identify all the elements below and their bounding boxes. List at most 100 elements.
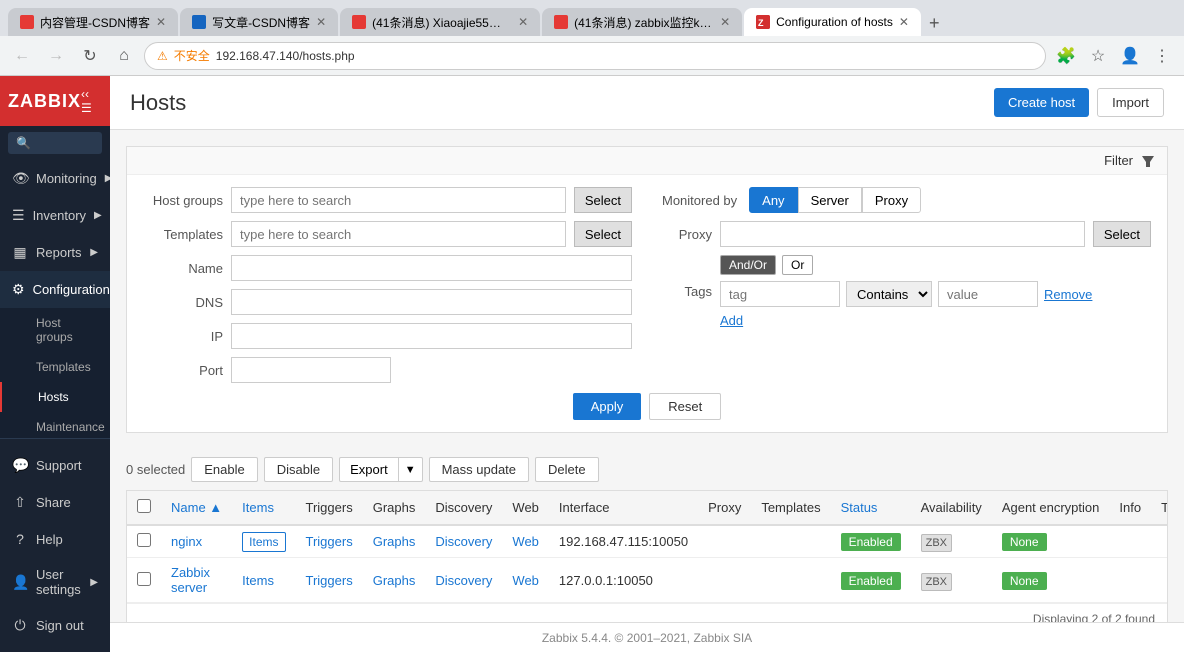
export-button[interactable]: Export <box>339 457 399 482</box>
monitored-by-toggle-group: Any Server Proxy <box>749 187 921 213</box>
sidebar-item-share[interactable]: ⇧ Share <box>0 484 110 521</box>
menu-button[interactable]: ⋮ <box>1148 42 1176 70</box>
sidebar-item-user-settings[interactable]: 👤 User settings ▶ <box>0 557 110 607</box>
host-groups-select-button[interactable]: Select <box>574 187 632 213</box>
ip-label: IP <box>143 329 223 344</box>
row-2-discovery-link[interactable]: Discovery <box>435 573 492 588</box>
ip-input[interactable] <box>231 323 632 349</box>
tab-close-5[interactable]: ✕ <box>899 15 909 29</box>
filter-body: Host groups Select Templates Select <box>127 175 1167 432</box>
tag-or-button[interactable]: Or <box>782 255 813 275</box>
sidebar-search-input[interactable] <box>8 132 102 154</box>
host-groups-label: Host groups <box>143 193 223 208</box>
browser-tab-3[interactable]: (41条消息) Xiaoajie55的博客_CS... ✕ <box>340 8 540 36</box>
extensions-button[interactable]: 🧩 <box>1052 42 1080 70</box>
row-2-items-link[interactable]: Items <box>242 573 274 588</box>
tag-remove-button[interactable]: Remove <box>1044 287 1092 302</box>
proxy-input[interactable] <box>720 221 1085 247</box>
tag-value-input[interactable] <box>938 281 1038 307</box>
tag-name-input[interactable] <box>720 281 840 307</box>
row-1-items-link[interactable]: Items <box>242 532 285 552</box>
row-2-graphs-link[interactable]: Graphs <box>373 573 416 588</box>
row-2-triggers-link[interactable]: Triggers <box>306 573 353 588</box>
row-1-name-link[interactable]: nginx <box>171 534 202 549</box>
name-input[interactable] <box>231 255 632 281</box>
sidebar-item-sign-out[interactable]: ⏻ Sign out <box>0 607 110 644</box>
delete-button[interactable]: Delete <box>535 457 599 482</box>
row-1-triggers: Triggers <box>296 525 363 558</box>
sidebar-item-templates[interactable]: Templates <box>0 352 110 382</box>
templates-select-button[interactable]: Select <box>574 221 632 247</box>
account-button[interactable]: 👤 <box>1116 42 1144 70</box>
row-2-web-link[interactable]: Web <box>512 573 539 588</box>
tab-label-1: 内容管理-CSDN博客 <box>40 14 150 31</box>
monitored-any-button[interactable]: Any <box>749 187 797 213</box>
filter-row-dns: DNS <box>143 289 632 315</box>
row-2-web: Web <box>502 558 549 603</box>
dns-input[interactable] <box>231 289 632 315</box>
user-settings-icon: 👤 <box>12 574 28 591</box>
sidebar-item-monitoring[interactable]: 👁 Monitoring ▶ <box>0 160 110 197</box>
port-input[interactable] <box>231 357 391 383</box>
monitored-proxy-button[interactable]: Proxy <box>862 187 921 213</box>
tag-condition-select[interactable]: Contains Equals <box>846 281 932 307</box>
sidebar-collapse-button[interactable]: ‹‹ ☰ <box>81 87 102 115</box>
browser-tab-5[interactable]: Z Configuration of hosts ✕ <box>744 8 921 36</box>
host-groups-input[interactable] <box>231 187 566 213</box>
create-host-button[interactable]: Create host <box>994 88 1089 117</box>
mass-update-button[interactable]: Mass update <box>429 457 529 482</box>
select-all-checkbox[interactable] <box>137 499 151 513</box>
monitored-server-button[interactable]: Server <box>798 187 862 213</box>
reset-button[interactable]: Reset <box>649 393 721 420</box>
row-2-checkbox[interactable] <box>137 572 151 586</box>
row-1-graphs: Graphs <box>363 525 426 558</box>
browser-tab-2[interactable]: 写文章-CSDN博客 ✕ <box>180 8 338 36</box>
sidebar-search-area <box>0 126 110 160</box>
back-button[interactable]: ← <box>8 42 36 70</box>
th-name[interactable]: Name ▲ <box>161 491 232 525</box>
enable-button[interactable]: Enable <box>191 457 257 482</box>
bookmarks-button[interactable]: ☆ <box>1084 42 1112 70</box>
tab-close-1[interactable]: ✕ <box>156 15 166 29</box>
sidebar-item-reports[interactable]: ▦ Reports ▶ <box>0 234 110 271</box>
export-dropdown-button[interactable]: ▼ <box>399 457 423 482</box>
disable-button[interactable]: Disable <box>264 457 333 482</box>
sidebar-item-support[interactable]: 💬 Support <box>0 447 110 484</box>
row-1-discovery-link[interactable]: Discovery <box>435 534 492 549</box>
sidebar-item-maintenance[interactable]: Maintenance <box>0 412 110 438</box>
row-1-web-link[interactable]: Web <box>512 534 539 549</box>
support-icon: 💬 <box>12 457 28 474</box>
row-1-graphs-link[interactable]: Graphs <box>373 534 416 549</box>
browser-toolbar-icons: 🧩 ☆ 👤 ⋮ <box>1052 42 1176 70</box>
sidebar-item-host-groups[interactable]: Host groups <box>0 308 110 352</box>
new-tab-button[interactable]: + <box>923 13 946 34</box>
sidebar-item-configuration[interactable]: ⚙ Configuration ▼ <box>0 271 110 308</box>
sidebar-item-help[interactable]: ? Help <box>0 521 110 557</box>
tag-andor-button[interactable]: And/Or <box>720 255 776 275</box>
inventory-icon: ☰ <box>12 207 25 224</box>
forward-button[interactable]: → <box>42 42 70 70</box>
row-1-checkbox[interactable] <box>137 533 151 547</box>
tab-close-4[interactable]: ✕ <box>720 15 730 29</box>
templates-label: Templates <box>143 227 223 242</box>
filter-row-host-groups: Host groups Select <box>143 187 632 213</box>
sidebar-item-hosts[interactable]: Hosts <box>0 382 110 412</box>
import-button[interactable]: Import <box>1097 88 1164 117</box>
sidebar-item-inventory[interactable]: ☰ Inventory ▶ <box>0 197 110 234</box>
table-footer-text: Displaying 2 of 2 found <box>1033 612 1155 622</box>
home-button[interactable]: ⌂ <box>110 42 138 70</box>
row-1-none-badge: None <box>1002 533 1047 551</box>
tag-add-button[interactable]: Add <box>720 313 743 328</box>
tab-close-3[interactable]: ✕ <box>518 15 528 29</box>
address-bar[interactable]: ⚠ 不安全 192.168.47.140/hosts.php <box>144 42 1046 70</box>
browser-tab-1[interactable]: 内容管理-CSDN博客 ✕ <box>8 8 178 36</box>
templates-input[interactable] <box>231 221 566 247</box>
proxy-select-button[interactable]: Select <box>1093 221 1151 247</box>
sign-out-label: Sign out <box>36 618 98 633</box>
row-2-name-link[interactable]: Zabbix server <box>171 565 210 595</box>
row-1-triggers-link[interactable]: Triggers <box>306 534 353 549</box>
apply-button[interactable]: Apply <box>573 393 642 420</box>
refresh-button[interactable]: ↻ <box>76 42 104 70</box>
tab-close-2[interactable]: ✕ <box>316 15 326 29</box>
browser-tab-4[interactable]: (41条消息) zabbix监控keepalive... ✕ <box>542 8 742 36</box>
